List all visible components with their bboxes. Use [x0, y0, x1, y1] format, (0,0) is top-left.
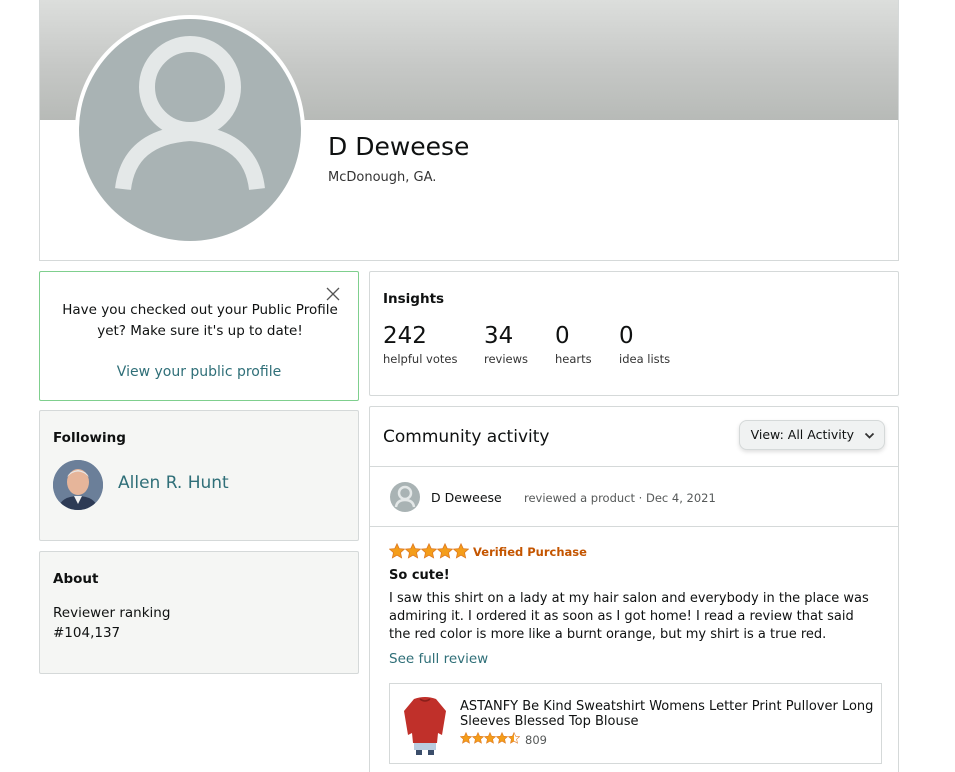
product-card[interactable]: ASTANFY Be Kind Sweatshirt Womens Letter… — [389, 683, 882, 764]
view-label: View: — [750, 427, 784, 442]
person-silhouette-icon — [115, 36, 265, 191]
public-profile-tip: Have you checked out your Public Profile… — [39, 271, 359, 401]
close-icon[interactable] — [326, 287, 340, 301]
star-icon — [453, 543, 469, 559]
following-title: Following — [53, 430, 126, 446]
ranking-value: #104,137 — [53, 625, 121, 641]
divider — [370, 466, 898, 467]
post-meta: reviewed a product · Dec 4, 2021 — [524, 491, 716, 505]
star-icon — [405, 543, 421, 559]
product-rating — [460, 732, 520, 744]
profile-location: McDonough, GA. — [328, 170, 437, 185]
reviewer-ranking: Reviewer ranking #104,137 — [53, 603, 170, 643]
community-activity-card: Community activity View: All Activity D … — [369, 406, 899, 772]
insights-title: Insights — [383, 291, 445, 307]
see-full-review-link[interactable]: See full review — [389, 651, 488, 667]
divider — [370, 526, 898, 527]
post-author[interactable]: D Deweese — [431, 490, 502, 505]
about-title: About — [53, 571, 99, 587]
review-body: I saw this shirt on a lady at my hair sa… — [389, 591, 869, 642]
star-icon — [437, 543, 453, 559]
stat-label: helpful votes — [383, 352, 458, 366]
profile-avatar[interactable] — [79, 19, 301, 241]
profile-header: D Deweese McDonough, GA. — [39, 0, 899, 261]
following-card: Following Allen R. Hunt — [39, 410, 359, 541]
about-card: About Reviewer ranking #104,137 — [39, 551, 359, 674]
stat-hearts: 0 hearts — [555, 322, 592, 366]
insights-card: Insights 242 helpful votes 34 reviews 0 … — [369, 271, 899, 396]
stat-value: 0 — [619, 323, 634, 349]
stat-value: 242 — [383, 323, 427, 349]
stat-helpful-votes: 242 helpful votes — [383, 322, 457, 366]
activity-view-dropdown[interactable]: View: All Activity — [738, 420, 885, 450]
star-icon — [484, 732, 496, 744]
review-title: So cute! — [389, 568, 450, 583]
person-photo-icon — [53, 460, 103, 510]
star-icon — [389, 543, 405, 559]
stat-label: idea lists — [619, 352, 671, 366]
star-icon — [421, 543, 437, 559]
chevron-down-icon — [864, 432, 875, 439]
review-rating — [389, 543, 469, 559]
following-person-link[interactable]: Allen R. Hunt — [118, 473, 229, 493]
star-icon — [460, 732, 472, 744]
activity-title: Community activity — [383, 427, 550, 447]
stat-label: hearts — [555, 352, 592, 366]
product-title[interactable]: ASTANFY Be Kind Sweatshirt Womens Letter… — [460, 699, 875, 729]
tip-text: Have you checked out your Public Profile… — [62, 302, 338, 339]
profile-name: D Deweese — [328, 132, 470, 161]
star-icon — [472, 732, 484, 744]
stat-value: 34 — [484, 323, 514, 349]
star-icon — [496, 732, 508, 744]
stat-idea-lists: 0 idea lists — [619, 322, 670, 366]
person-silhouette-icon — [394, 485, 416, 508]
view-public-profile-link[interactable]: View your public profile — [40, 364, 358, 380]
post-author-avatar[interactable] — [390, 482, 420, 512]
stat-label: reviews — [484, 352, 529, 366]
stat-value: 0 — [555, 323, 570, 349]
verified-purchase-badge: Verified Purchase — [473, 545, 587, 559]
ranking-label: Reviewer ranking — [53, 605, 171, 621]
product-rating-count[interactable]: 809 — [525, 733, 547, 747]
view-value: All Activity — [787, 427, 854, 442]
product-image[interactable] — [400, 693, 450, 755]
following-avatar[interactable] — [53, 460, 103, 510]
stat-reviews: 34 reviews — [484, 322, 528, 366]
star-icon — [508, 732, 520, 744]
